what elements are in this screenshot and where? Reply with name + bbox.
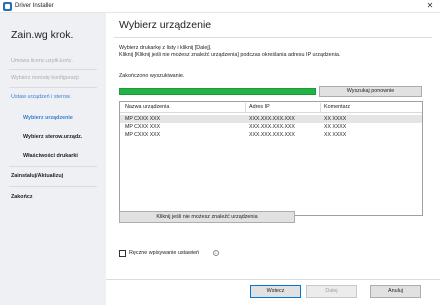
cell-device-name: MP CXXX XXX <box>125 116 161 122</box>
back-button[interactable]: Wstecz <box>250 285 301 298</box>
column-divider[interactable] <box>320 103 321 112</box>
step-license-agreement: Umowa licenc.użytk.końc. <box>11 58 74 64</box>
column-header-ip-address[interactable]: Adres IP <box>249 104 270 110</box>
column-header-comment[interactable]: Komentarz <box>324 104 350 110</box>
table-row[interactable]: MP CXXX XXX XXX.XXX.XXX.XXX XX XXXX <box>120 131 422 139</box>
cell-comment: XX XXXX <box>324 132 347 138</box>
cell-ip-address: XXX.XXX.XXX.XXX <box>249 124 295 130</box>
info-icon[interactable]: i <box>213 250 219 256</box>
cell-device-name: MP CXXX XXX <box>125 124 161 130</box>
table-row[interactable]: MP CXXX XXX XXX.XXX.XXX.XXX XX XXXX <box>120 115 422 123</box>
steps-sidebar: Zain.wg krok. Umowa licenc.użytk.końc. W… <box>0 13 106 305</box>
next-button[interactable]: Dalej <box>306 285 357 298</box>
sidebar-divider <box>9 87 97 88</box>
table-row[interactable]: MP CXXX XXX XXX.XXX.XXX.XXX XX XXXX <box>120 123 422 131</box>
main-panel: Wybierz urządzenie Wybierz drukarkę z li… <box>106 13 440 305</box>
window-titlebar: Driver Installer ✕ <box>0 0 440 13</box>
sidebar-divider <box>9 69 97 70</box>
column-header-device-name[interactable]: Nazwa urządzenia <box>125 104 169 110</box>
search-again-button[interactable]: Wyszukaj ponownie <box>319 86 422 97</box>
footer-divider <box>106 279 440 280</box>
cancel-button[interactable]: Anuluj <box>370 285 421 298</box>
sidebar-title: Zain.wg krok. <box>11 29 74 41</box>
printer-app-icon <box>3 2 12 11</box>
search-status-text: Zakończono wyszukiwanie. <box>119 73 185 79</box>
step-select-device: Wybierz urządzenie <box>23 115 73 121</box>
step-install-update: Zainstaluj/Aktualizuj <box>11 173 64 179</box>
title-divider <box>114 37 432 38</box>
column-divider[interactable] <box>245 103 246 112</box>
instruction-text-2: Kliknij [Kliknij jeśli nie możesz znaleź… <box>119 52 341 58</box>
sidebar-divider <box>9 186 97 187</box>
step-select-driver: Wybierz sterow.urządz. <box>23 134 83 140</box>
window-title: Driver Installer <box>15 3 54 9</box>
manual-settings-checkbox[interactable] <box>119 250 126 257</box>
cell-comment: XX XXXX <box>324 124 347 130</box>
cell-comment: XX XXXX <box>324 116 347 122</box>
step-configuration-method: Wybierz metodę konfiguracji <box>11 75 79 81</box>
table-header: Nazwa urządzenia Adres IP Komentarz <box>120 102 422 113</box>
device-list-table[interactable]: Nazwa urządzenia Adres IP Komentarz MP C… <box>119 101 423 216</box>
page-title: Wybierz urządzenie <box>119 19 212 31</box>
cell-ip-address: XXX.XXX.XXX.XXX <box>249 132 295 138</box>
step-device-driver-setup: Ustaw urządzeń i sterow. <box>11 94 71 100</box>
cell-device-name: MP CXXX XXX <box>125 132 161 138</box>
step-printer-properties: Właściwości drukarki <box>23 153 78 159</box>
step-finish: Zakończ <box>11 194 33 200</box>
manual-settings-label[interactable]: Ręczne wpisywanie ustawień <box>129 250 199 256</box>
cell-ip-address: XXX.XXX.XXX.XXX <box>249 116 295 122</box>
search-progress-bar <box>119 88 316 95</box>
sidebar-divider <box>9 166 97 167</box>
close-icon[interactable]: ✕ <box>420 0 440 12</box>
cant-find-device-button[interactable]: Kliknij jeśli nie możesz znaleźć urządze… <box>119 211 295 223</box>
instruction-text-1: Wybierz drukarkę z listy i kliknij [Dale… <box>119 45 212 51</box>
